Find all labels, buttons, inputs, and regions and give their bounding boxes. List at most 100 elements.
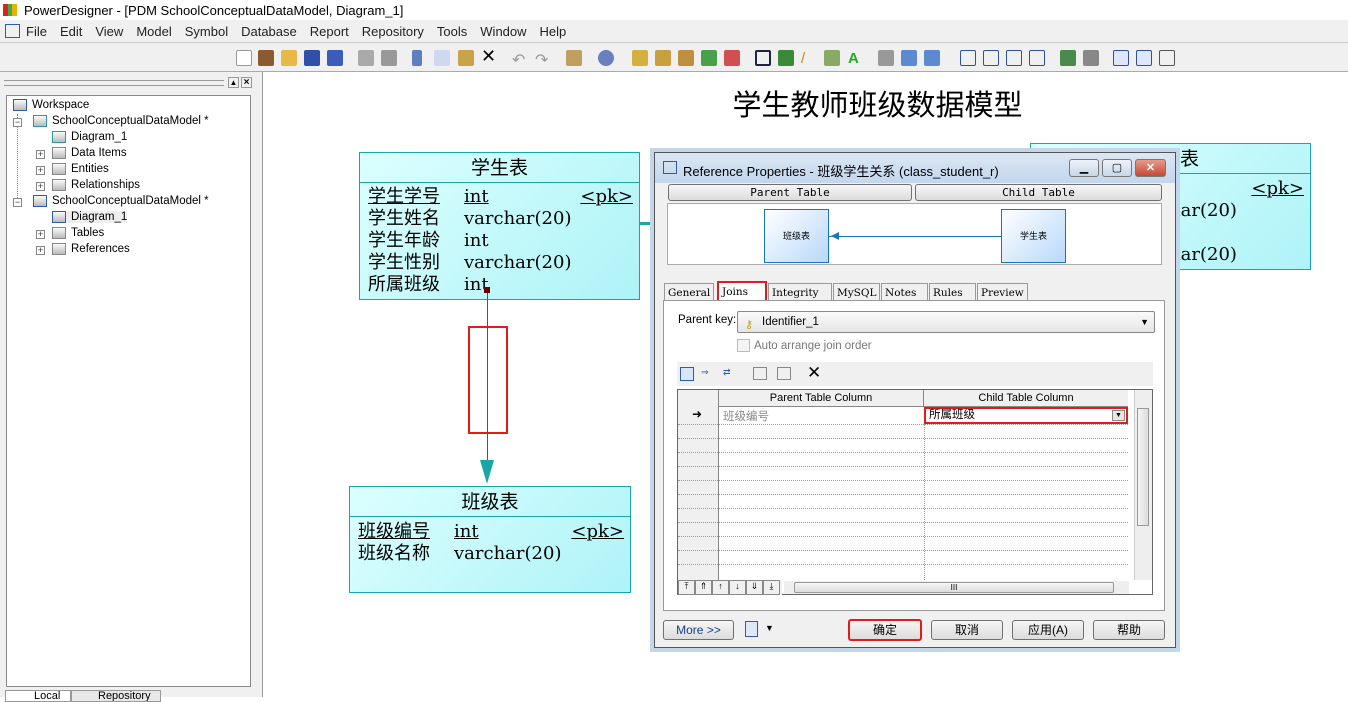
move-page-down-icon[interactable]: ⇓ xyxy=(746,580,763,595)
entity-class-table[interactable]: 班级表 班级编号 int <pk> 班级名称 varchar(20) xyxy=(349,486,631,593)
parent-column-cell[interactable]: 班级编号 xyxy=(723,408,769,424)
view-icon[interactable] xyxy=(1060,50,1076,66)
close-button[interactable]: ✕ xyxy=(1135,159,1166,177)
menu-report[interactable]: Report xyxy=(310,24,349,39)
check-model-icon[interactable] xyxy=(598,50,614,66)
menu-view[interactable]: View xyxy=(95,24,123,39)
auto-join-icon[interactable]: ⇒ xyxy=(701,367,709,378)
collapse-toggle[interactable]: − xyxy=(13,198,22,207)
tree-item-references[interactable]: References xyxy=(52,243,130,255)
refresh-icon[interactable] xyxy=(701,50,717,66)
menu-symbol[interactable]: Symbol xyxy=(185,24,228,39)
model-tool-icon[interactable] xyxy=(655,50,671,66)
move-top-icon[interactable]: ⤒ xyxy=(678,580,695,595)
tab-general[interactable]: General xyxy=(664,283,714,301)
close-pane-button[interactable]: × xyxy=(241,77,252,88)
chevron-down-icon[interactable]: ▼ xyxy=(765,623,774,633)
tree-item-cdm-diagram[interactable]: Diagram_1 xyxy=(52,131,127,143)
view-icon[interactable] xyxy=(983,50,999,66)
align-icon[interactable] xyxy=(878,50,894,66)
tree-item-pdm-diagram[interactable]: Diagram_1 xyxy=(52,211,128,223)
delete-icon[interactable]: ✕ xyxy=(481,47,497,65)
font-color-icon[interactable]: A xyxy=(848,50,864,67)
child-table-button[interactable]: Child Table xyxy=(915,184,1162,201)
menu-model[interactable]: Model xyxy=(136,24,171,39)
print-icon[interactable] xyxy=(745,621,758,637)
menu-database[interactable]: Database xyxy=(241,24,297,39)
tree-item-pdm-model[interactable]: SchoolConceptualDataModel * xyxy=(33,195,209,207)
properties-grid-icon[interactable] xyxy=(680,367,694,381)
menu-help[interactable]: Help xyxy=(540,24,567,39)
menu-repository[interactable]: Repository xyxy=(362,24,424,39)
undo-icon[interactable]: ↶ xyxy=(512,50,528,69)
menu-window[interactable]: Window xyxy=(480,24,526,39)
copy-icon[interactable] xyxy=(434,50,450,66)
move-down-icon[interactable]: ↓ xyxy=(729,580,746,595)
output-toggle-icon[interactable] xyxy=(1136,50,1152,66)
menu-tools[interactable]: Tools xyxy=(437,24,467,39)
reuse-columns-icon[interactable]: ⇄ xyxy=(723,367,731,378)
expand-toggle[interactable]: + xyxy=(36,150,45,159)
print-icon[interactable] xyxy=(381,50,397,66)
new-icon[interactable] xyxy=(236,50,252,66)
collapse-toggle[interactable]: − xyxy=(13,118,22,127)
maximize-button[interactable]: ▢ xyxy=(1102,159,1132,177)
properties-icon[interactable] xyxy=(566,50,582,66)
grid-header-child-column[interactable]: Child Table Column xyxy=(924,390,1128,407)
new-project-icon[interactable] xyxy=(258,50,274,66)
chevron-down-icon[interactable]: ▼ xyxy=(1112,410,1125,421)
child-column-select[interactable]: 所属班级 ▼ xyxy=(924,407,1128,424)
tree-item-relationships[interactable]: Relationships xyxy=(52,179,140,191)
horizontal-scrollbar[interactable]: III xyxy=(784,581,1129,594)
browser-toggle-icon[interactable] xyxy=(1113,50,1129,66)
tree-item-data-items[interactable]: Data Items xyxy=(52,147,127,159)
move-bottom-icon[interactable]: ⤓ xyxy=(763,580,780,595)
tab-preview[interactable]: Preview xyxy=(977,283,1028,301)
tree-item-entities[interactable]: Entities xyxy=(52,163,109,175)
help-button[interactable]: 帮助 xyxy=(1093,620,1165,640)
tree-item-cdm-model[interactable]: SchoolConceptualDataModel * xyxy=(33,115,209,127)
save-icon[interactable] xyxy=(304,50,320,66)
add-row-icon[interactable] xyxy=(777,367,791,380)
paste-icon[interactable] xyxy=(458,50,474,66)
browser-grip[interactable] xyxy=(4,80,224,86)
line-color-icon[interactable]: / xyxy=(801,50,817,67)
tab-integrity[interactable]: Integrity xyxy=(768,283,832,301)
move-up-icon[interactable]: ↑ xyxy=(712,580,729,595)
tree-item-workspace[interactable]: Workspace xyxy=(13,99,89,111)
parent-key-select[interactable]: ⚷ Identifier_1 ▼ xyxy=(737,311,1155,333)
menu-edit[interactable]: Edit xyxy=(60,24,82,39)
expand-toggle[interactable]: + xyxy=(36,246,45,255)
more-button[interactable]: More >> xyxy=(663,620,734,640)
tab-notes[interactable]: Notes xyxy=(881,283,928,301)
scroll-thumb[interactable]: III xyxy=(794,582,1114,593)
view-icon[interactable] xyxy=(1083,50,1099,66)
redo-icon[interactable]: ↷ xyxy=(535,50,551,69)
grid-header-parent-column[interactable]: Parent Table Column xyxy=(719,390,924,407)
expand-toggle[interactable]: + xyxy=(36,182,45,191)
move-page-up-icon[interactable]: ⇑ xyxy=(695,580,712,595)
expand-toggle[interactable]: + xyxy=(36,230,45,239)
apply-button[interactable]: 应用(A) xyxy=(1012,620,1084,640)
browser-tab-local[interactable]: Local xyxy=(5,690,71,702)
tab-rules[interactable]: Rules xyxy=(929,283,976,301)
fill-color-icon[interactable] xyxy=(824,50,840,66)
parent-table-button[interactable]: Parent Table xyxy=(668,184,912,201)
cancel-button[interactable]: 取消 xyxy=(931,620,1003,640)
tree-item-tables[interactable]: Tables xyxy=(52,227,104,239)
cut-icon[interactable] xyxy=(412,50,422,66)
entity-student-table[interactable]: 学生表 学生学号 int <pk> 学生姓名 varchar(20) 学生年龄 int … xyxy=(359,152,640,300)
insert-row-icon[interactable] xyxy=(753,367,767,380)
format-icon[interactable] xyxy=(778,50,794,66)
delete-icon[interactable]: ✕ xyxy=(807,363,821,383)
view-icon[interactable] xyxy=(960,50,976,66)
minimize-button[interactable]: ▁ xyxy=(1069,159,1099,177)
scroll-thumb[interactable] xyxy=(1137,408,1149,526)
tab-joins[interactable]: Joins xyxy=(717,281,767,302)
model-tool-icon[interactable] xyxy=(724,50,740,66)
browser-tab-repository[interactable]: Repository xyxy=(71,690,161,702)
vertical-scrollbar[interactable] xyxy=(1134,390,1152,580)
save-all-icon[interactable] xyxy=(327,50,343,66)
arrow-right-icon[interactable] xyxy=(924,50,940,66)
mdi-system-icon[interactable] xyxy=(5,24,20,38)
